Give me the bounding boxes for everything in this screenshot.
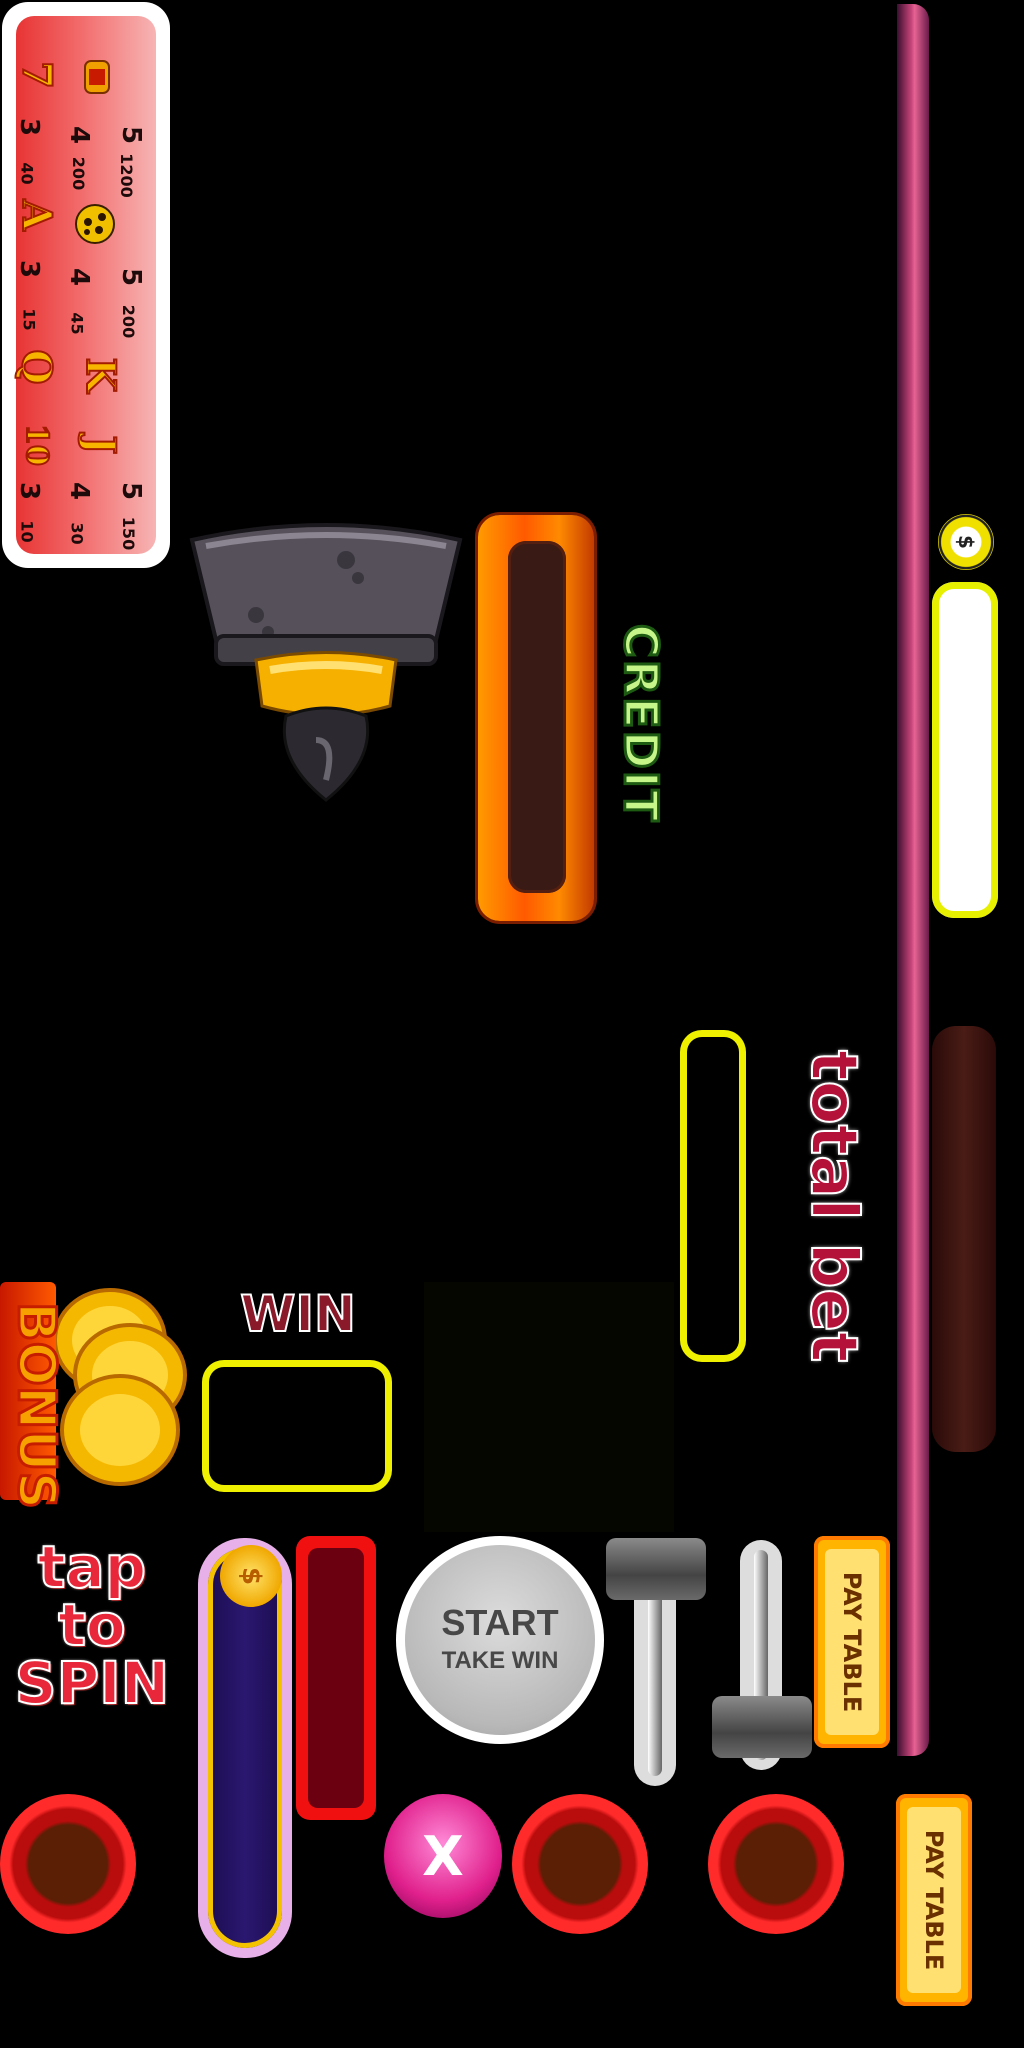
tap-to-spin-label: tap to SPIN: [2, 1533, 182, 1738]
round-button-1[interactable]: [0, 1794, 136, 1934]
paytable-value: 40: [17, 162, 37, 185]
red-meter: [296, 1536, 376, 1820]
credit-label: CREDIT: [613, 623, 670, 825]
paytable-value: 45: [67, 312, 87, 335]
paytable-value: 10: [17, 520, 37, 543]
paytable-panel: 7 3 40 A 3 15 Q 10 3 10 4 200 4 45 4 30 …: [13, 16, 156, 554]
balance-bar: [932, 582, 998, 918]
paytable-value: 15: [19, 308, 39, 331]
paytable-count: 5: [116, 125, 147, 145]
coin-glyph: $: [953, 535, 978, 549]
ten-symbol: 10: [19, 423, 56, 467]
paytable-value: 200: [69, 156, 89, 191]
reel-area: [424, 1282, 674, 1532]
pay-table-label: PAY TABLE: [838, 1571, 866, 1713]
jack-symbol: J: [77, 435, 126, 456]
leopard-icon: [74, 202, 116, 244]
paytable-count: 3: [14, 117, 45, 137]
round-button-3[interactable]: [708, 1794, 844, 1934]
red-meter-fill: [308, 1548, 364, 1808]
dollar-coin-icon: $: [938, 514, 994, 570]
paytable-count: 4: [64, 481, 95, 501]
lever-handle-up[interactable]: [606, 1538, 706, 1600]
barrel-icon: [76, 56, 118, 98]
start-button[interactable]: START TAKE WIN: [396, 1536, 604, 1744]
pay-table-button-alt[interactable]: PAY TABLE: [896, 1794, 972, 2006]
pay-table-button[interactable]: PAY TABLE: [814, 1536, 890, 1748]
lever-handle-down[interactable]: [712, 1696, 812, 1758]
paytable-value: 30: [67, 522, 87, 545]
paytable-card: 7 3 40 A 3 15 Q 10 3 10 4 200 4 45 4 30 …: [2, 2, 170, 568]
to-word: to: [57, 1591, 127, 1659]
total-bet-display: [680, 1030, 746, 1362]
tap-word: tap: [37, 1533, 147, 1601]
paytable-count: 3: [14, 259, 45, 279]
coin-glyph: $: [236, 1566, 266, 1586]
paytable-value: 150: [119, 516, 139, 551]
close-button[interactable]: X: [384, 1794, 502, 1918]
ace-symbol: A: [13, 198, 62, 231]
bet-bar: [932, 1026, 996, 1452]
paytable-value: 1200: [116, 153, 136, 198]
pay-table-label: PAY TABLE: [920, 1829, 948, 1971]
side-rail: [897, 4, 929, 1756]
take-win-label: TAKE WIN: [441, 1647, 559, 1674]
slider-coin-handle[interactable]: $: [220, 1545, 282, 1607]
queen-symbol: Q: [13, 349, 62, 386]
paytable-count: 5: [116, 267, 147, 287]
paytable-count: 4: [64, 125, 95, 145]
total-bet-label: total bet: [795, 1049, 871, 1363]
bell-icon: [189, 523, 463, 802]
coin-slider-inner: [208, 1548, 282, 1948]
close-x-label: X: [422, 1824, 464, 1888]
paytable-count: 3: [14, 481, 45, 501]
bonus-label: BONUS: [5, 1301, 68, 1511]
paytable-value: 200: [119, 304, 139, 339]
start-button-face: START TAKE WIN: [405, 1545, 595, 1735]
round-button-2[interactable]: [512, 1794, 648, 1934]
paytable-count: 5: [116, 481, 147, 501]
start-label: START: [441, 1602, 559, 1643]
win-display: [202, 1360, 392, 1492]
seven-symbol: 7: [13, 60, 62, 90]
credit-display: [508, 541, 566, 893]
king-symbol: K: [77, 357, 126, 394]
spin-word: SPIN: [14, 1649, 170, 1717]
paytable-count: 4: [64, 267, 95, 287]
win-label: WIN: [239, 1284, 357, 1344]
